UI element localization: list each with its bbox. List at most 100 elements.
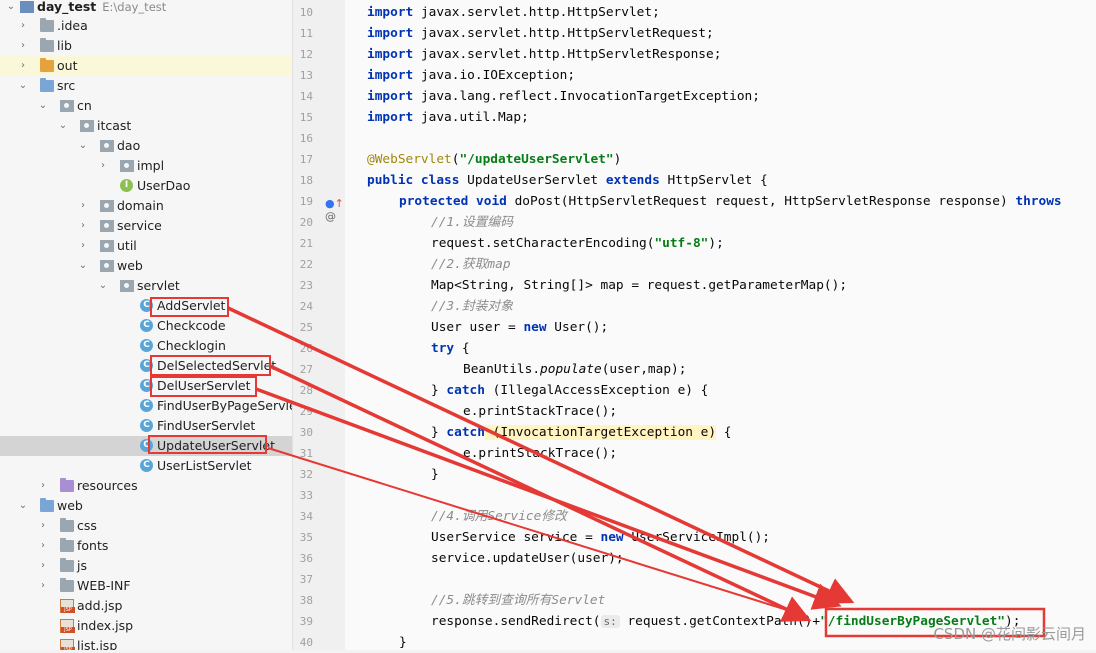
chevron-right-icon[interactable]: › xyxy=(38,576,48,596)
module-icon xyxy=(20,1,34,13)
code-line-23: Map<String, String[]> map = request.getP… xyxy=(431,278,848,293)
line-number: 36 xyxy=(299,552,313,565)
chevron-right-icon[interactable]: › xyxy=(78,216,88,236)
tree-item-label: impl xyxy=(137,158,165,173)
tree-item-checklogin[interactable]: C Checklogin xyxy=(0,336,292,356)
tree-item-finduserservlet[interactable]: C FindUserServlet xyxy=(0,416,292,436)
tree-item-servlet[interactable]: ⌄ servlet xyxy=(0,276,292,296)
tree-item-addservlet[interactable]: C AddServlet xyxy=(0,296,292,316)
code-line-22: //2.获取map xyxy=(431,257,511,272)
tree-item-js[interactable]: › js xyxy=(0,556,292,576)
line-number: 25 xyxy=(299,321,313,334)
highlight-box-addservlet xyxy=(150,297,229,317)
tree-item-add-jsp[interactable]: add.jsp xyxy=(0,596,292,616)
tree-item-userlistservlet[interactable]: C UserListServlet xyxy=(0,456,292,476)
parameter-hint: s: xyxy=(600,615,620,628)
code-line-29: e.printStackTrace(); xyxy=(463,404,618,419)
jsp-file-icon xyxy=(60,639,75,650)
code-line-24: //3.封装对象 xyxy=(431,299,514,314)
chevron-right-icon[interactable]: › xyxy=(78,236,88,256)
chevron-down-icon[interactable]: ⌄ xyxy=(18,496,28,516)
chevron-right-icon[interactable]: › xyxy=(38,476,48,496)
code-line-27: BeanUtils.populate(user,map); xyxy=(463,362,687,377)
tree-item-dao[interactable]: ⌄ dao xyxy=(0,136,292,156)
tree-item-util[interactable]: › util xyxy=(0,236,292,256)
tree-item-domain[interactable]: › domain xyxy=(0,196,292,216)
code-line-40: } xyxy=(399,635,407,650)
package-icon xyxy=(120,280,134,292)
line-number: 27 xyxy=(299,363,313,376)
tree-item-src[interactable]: ⌄ src xyxy=(0,76,292,96)
tree-item-impl[interactable]: › impl xyxy=(0,156,292,176)
tree-item-label: UserDao xyxy=(137,178,191,193)
line-number: 16 xyxy=(299,132,313,145)
folder-icon xyxy=(60,578,74,592)
tree-item-service[interactable]: › service xyxy=(0,216,292,236)
chevron-right-icon[interactable]: › xyxy=(78,196,88,216)
interface-icon: I xyxy=(120,179,133,192)
tree-item-idea[interactable]: › .idea xyxy=(0,16,292,36)
line-number: 22 xyxy=(299,258,313,271)
tree-item-web[interactable]: ⌄ web xyxy=(0,496,292,516)
tree-item-fonts[interactable]: › fonts xyxy=(0,536,292,556)
folder-icon xyxy=(60,558,74,572)
chevron-right-icon[interactable]: › xyxy=(18,36,28,56)
tree-item-label: servlet xyxy=(137,278,180,293)
chevron-right-icon[interactable]: › xyxy=(18,16,28,36)
package-icon xyxy=(60,100,74,112)
line-number: 35 xyxy=(299,531,313,544)
chevron-right-icon[interactable]: › xyxy=(18,56,28,76)
chevron-down-icon[interactable]: ⌄ xyxy=(6,0,16,17)
chevron-down-icon[interactable]: ⌄ xyxy=(78,136,88,156)
tree-item-out[interactable]: › out xyxy=(0,56,292,76)
tree-item-web-pkg[interactable]: ⌄ web xyxy=(0,256,292,276)
tree-item-userdao[interactable]: I UserDao xyxy=(0,176,292,196)
chevron-right-icon[interactable]: › xyxy=(38,556,48,576)
code-line-19: protected void doPost(HttpServletRequest… xyxy=(399,194,1062,209)
chevron-down-icon[interactable]: ⌄ xyxy=(58,116,68,136)
code-line-35: UserService service = new UserServiceImp… xyxy=(431,530,771,545)
line-number: 18 xyxy=(299,174,313,187)
chevron-right-icon[interactable]: › xyxy=(38,536,48,556)
highlight-box-updateuserservlet xyxy=(148,435,267,454)
chevron-down-icon[interactable]: ⌄ xyxy=(38,96,48,116)
line-number: 31 xyxy=(299,447,313,460)
tree-item-css[interactable]: › css xyxy=(0,516,292,536)
line-number: 24 xyxy=(299,300,313,313)
chevron-down-icon[interactable]: ⌄ xyxy=(98,276,108,296)
folder-icon xyxy=(40,58,54,72)
line-number: 33 xyxy=(299,489,313,502)
chevron-right-icon[interactable]: › xyxy=(98,156,108,176)
code-line-10: import javax.servlet.http.HttpServlet; xyxy=(367,5,660,20)
chevron-down-icon[interactable]: ⌄ xyxy=(78,256,88,276)
chevron-right-icon[interactable]: › xyxy=(38,516,48,536)
line-number: 23 xyxy=(299,279,313,292)
tree-item-lib[interactable]: › lib xyxy=(0,36,292,56)
line-number: 14 xyxy=(299,90,313,103)
class-icon: C xyxy=(140,419,153,432)
tree-item-cn[interactable]: ⌄ cn xyxy=(0,96,292,116)
tree-item-label: UserListServlet xyxy=(157,458,252,473)
override-method-icon[interactable]: ●↑ @ xyxy=(325,197,345,223)
package-icon xyxy=(100,240,114,252)
line-number: 32 xyxy=(299,468,313,481)
code-editor[interactable]: import javax.servlet.http.HttpServlet; i… xyxy=(345,0,1096,650)
tree-item-list-jsp[interactable]: list.jsp xyxy=(0,636,292,650)
class-icon: C xyxy=(140,399,153,412)
tree-item-web-inf[interactable]: › WEB-INF xyxy=(0,576,292,596)
folder-icon xyxy=(40,38,54,52)
code-line-34: //4.调用Service修改 xyxy=(431,509,567,524)
tree-item-checkcode[interactable]: C Checkcode xyxy=(0,316,292,336)
highlight-box-deluserservlet xyxy=(150,376,257,397)
jsp-file-icon xyxy=(60,619,75,633)
code-line-31: e.printStackTrace(); xyxy=(463,446,618,461)
tree-item-index-jsp[interactable]: index.jsp xyxy=(0,616,292,636)
tree-item-resources[interactable]: › resources xyxy=(0,476,292,496)
tree-root[interactable]: ⌄ day_test E:\day_test xyxy=(0,0,292,17)
tree-item-finduserbypageservlet[interactable]: C FindUserByPageServlet xyxy=(0,396,292,416)
line-number: 12 xyxy=(299,48,313,61)
tree-item-itcast[interactable]: ⌄ itcast xyxy=(0,116,292,136)
project-tree-panel: ⌄ day_test E:\day_test › .idea › lib › ou… xyxy=(0,0,293,650)
tree-item-label: list.jsp xyxy=(77,638,118,650)
chevron-down-icon[interactable]: ⌄ xyxy=(18,76,28,96)
